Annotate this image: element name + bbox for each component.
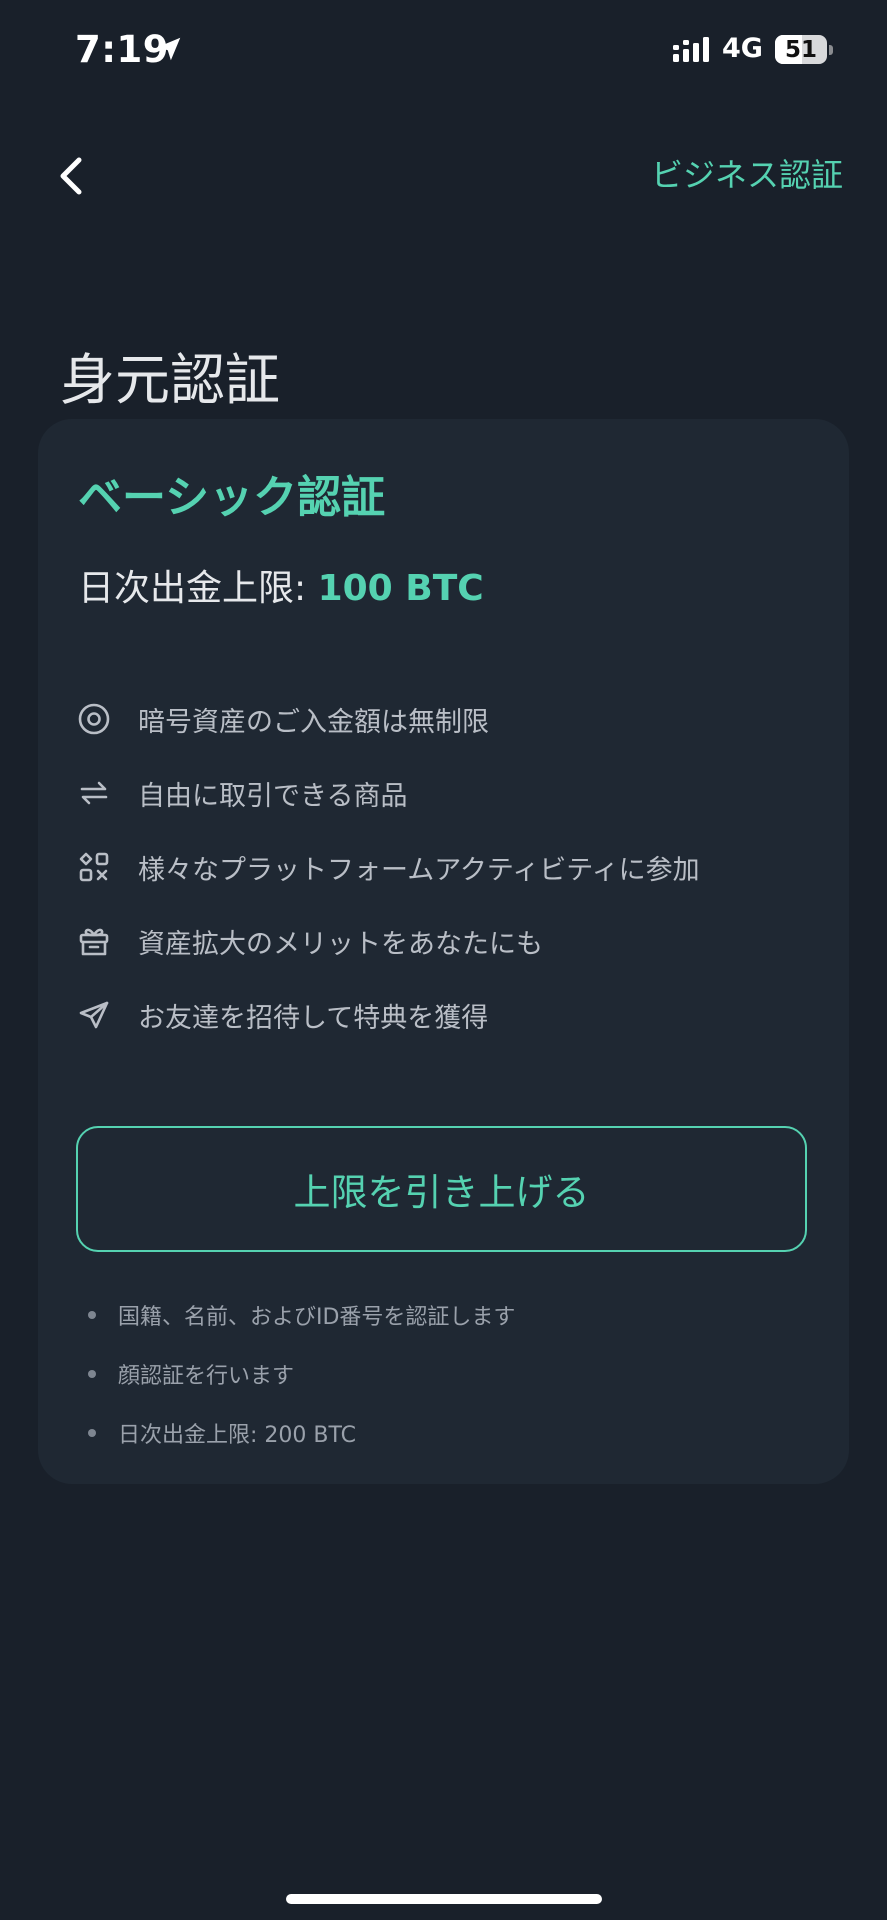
battery-tip — [829, 45, 833, 55]
card-title: ベーシック認証 — [78, 472, 386, 523]
benefit-label: 暗号資産のご入金額は無制限 — [138, 706, 489, 738]
home-indicator[interactable] — [286, 1894, 602, 1904]
battery-percent: 51 — [784, 36, 817, 63]
benefit-label: 資産拡大のメリットをあなたにも — [138, 928, 543, 960]
send-plane-icon — [76, 997, 112, 1033]
requirement-item: 日次出金上限: 200 BTC — [88, 1417, 356, 1449]
benefit-item: 自由に取引できる商品 — [76, 773, 407, 813]
bullet-dot — [88, 1429, 96, 1437]
page-title: 身元認証 — [60, 347, 281, 412]
cellular-signal-icon — [673, 37, 709, 62]
swap-arrows-icon — [76, 775, 112, 811]
gift-icon — [76, 923, 112, 959]
business-verification-link[interactable]: ビジネス認証 — [651, 150, 843, 196]
requirement-label: 顔認証を行います — [118, 1364, 295, 1389]
basic-verification-card: ベーシック認証 日次出金上限: 100 BTC 暗号資産のご入金額は無制限 自由… — [38, 419, 849, 1484]
limit-value: 100 BTC — [317, 568, 484, 609]
benefit-label: 自由に取引できる商品 — [138, 780, 408, 812]
benefit-item: 資産拡大のメリットをあなたにも — [76, 921, 543, 961]
benefit-item: お友達を招待して特典を獲得 — [76, 995, 488, 1035]
status-bar: 7:19 4G 51 — [0, 0, 887, 100]
battery-icon: 51 — [775, 35, 827, 64]
location-arrow-icon — [157, 37, 181, 61]
network-type: 4G — [722, 33, 763, 64]
requirement-label: 日次出金上限: 200 BTC — [118, 1423, 356, 1448]
daily-withdraw-limit: 日次出金上限: 100 BTC — [78, 559, 484, 611]
activities-grid-icon — [76, 849, 112, 885]
benefit-item: 暗号資産のご入金額は無制限 — [76, 699, 489, 739]
benefit-label: 様々なプラットフォームアクティビティに参加 — [138, 854, 700, 886]
benefit-item: 様々なプラットフォームアクティビティに参加 — [76, 847, 700, 887]
target-circle-icon — [76, 701, 112, 737]
raise-limit-button[interactable]: 上限を引き上げる — [76, 1126, 807, 1252]
bullet-dot — [88, 1370, 96, 1378]
requirement-item: 顔認証を行います — [88, 1358, 294, 1390]
requirement-label: 国籍、名前、およびID番号を認証します — [118, 1305, 516, 1330]
limit-label: 日次出金上限: — [78, 568, 318, 609]
bullet-dot — [88, 1311, 96, 1319]
back-chevron-icon[interactable] — [48, 148, 96, 204]
requirement-item: 国籍、名前、およびID番号を認証します — [88, 1299, 515, 1331]
benefit-label: お友達を招待して特典を獲得 — [138, 1002, 489, 1034]
